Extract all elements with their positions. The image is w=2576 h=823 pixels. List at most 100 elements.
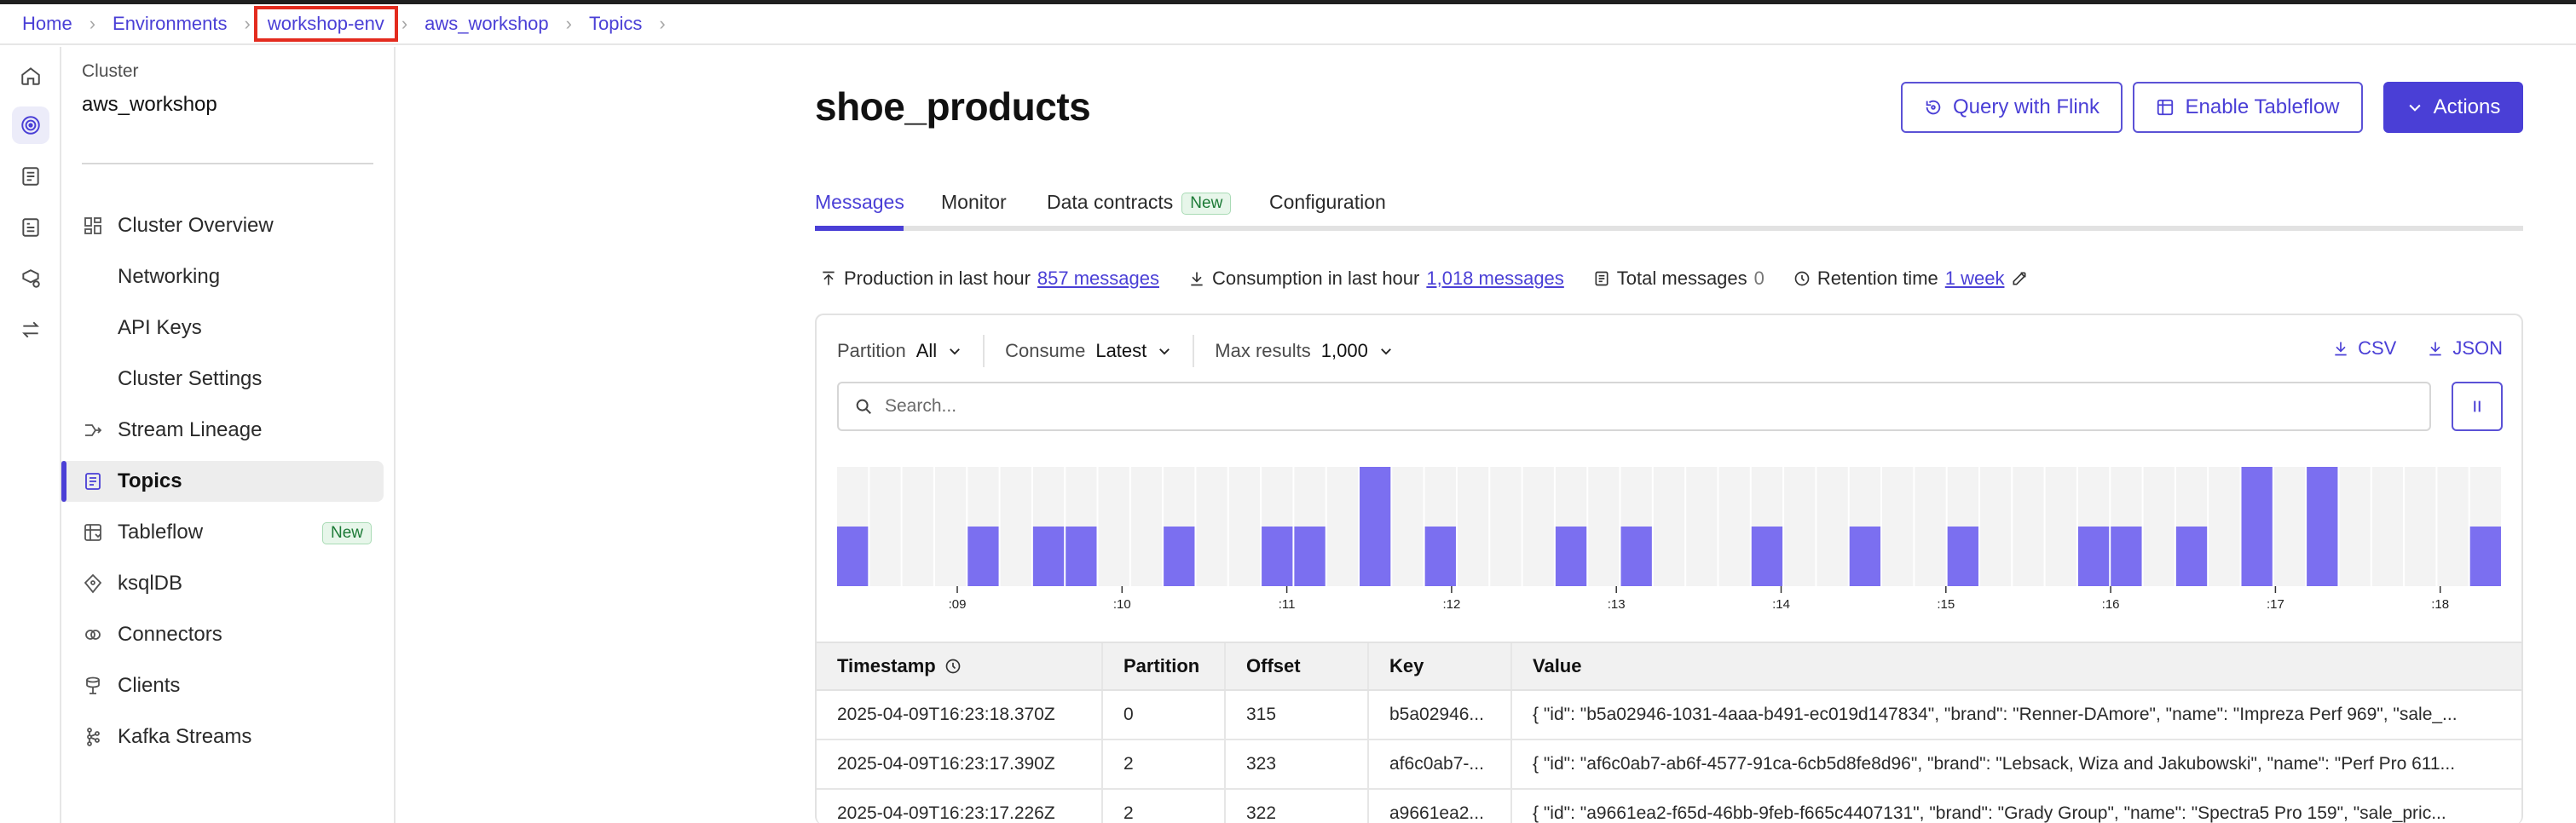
histogram-bar[interactable] bbox=[2241, 467, 2273, 586]
histogram-bar[interactable] bbox=[1066, 527, 1097, 586]
partition-filter[interactable]: Partition All bbox=[837, 335, 985, 367]
topics-icon[interactable] bbox=[12, 158, 49, 195]
sidebar-item-label: Networking bbox=[118, 265, 221, 288]
export-json-button[interactable]: JSON bbox=[2427, 337, 2503, 360]
consumption-link[interactable]: 1,018 messages bbox=[1426, 268, 1563, 290]
breadcrumb-cluster[interactable]: aws_workshop bbox=[425, 13, 549, 35]
chevron-right-icon: › bbox=[401, 13, 408, 34]
histogram-slot bbox=[1979, 467, 2012, 586]
download-icon bbox=[1191, 272, 1203, 286]
max-results-value: 1,000 bbox=[1320, 340, 1368, 361]
breadcrumb-environment[interactable]: workshop-env bbox=[253, 6, 398, 42]
query-with-flink-button[interactable]: Query with Flink bbox=[1901, 82, 2123, 133]
histogram-slot bbox=[2437, 467, 2469, 586]
icon-rail bbox=[0, 47, 61, 823]
divider bbox=[82, 163, 373, 164]
retention-link[interactable]: 1 week bbox=[1945, 268, 2005, 290]
sidebar-item-label: Stream Lineage bbox=[118, 418, 263, 441]
sidebar-item-tableflow[interactable]: Tableflow New bbox=[61, 512, 384, 553]
column-header-partition[interactable]: Partition bbox=[1103, 643, 1226, 689]
column-header-timestamp[interactable]: Timestamp bbox=[817, 643, 1103, 689]
production-link[interactable]: 857 messages bbox=[1037, 268, 1159, 290]
environments-icon[interactable] bbox=[12, 106, 49, 144]
histogram-bar[interactable] bbox=[1164, 527, 1195, 586]
histogram-bar[interactable] bbox=[1947, 527, 1978, 586]
sidebar-item-cluster-settings[interactable]: Cluster Settings bbox=[61, 359, 384, 400]
table-row[interactable]: 2025-04-09T16:23:18.370Z 0 315 b5a02946.… bbox=[817, 691, 2521, 740]
tab-messages[interactable]: Messages bbox=[815, 187, 904, 233]
consume-filter[interactable]: Consume Latest bbox=[1005, 335, 1195, 367]
breadcrumb-topics[interactable]: Topics bbox=[589, 13, 642, 35]
histogram-slot bbox=[1326, 467, 1359, 586]
actions-button[interactable]: Actions bbox=[2383, 82, 2523, 133]
breadcrumb: Home › Environments › workshop-env › aws… bbox=[0, 4, 2576, 45]
sidebar-item-api-keys[interactable]: API Keys bbox=[61, 308, 384, 348]
kafka-streams-icon bbox=[82, 726, 104, 748]
edit-icon[interactable] bbox=[2011, 270, 2028, 287]
sidebar-item-connectors[interactable]: Connectors bbox=[61, 614, 384, 655]
export-json-label: JSON bbox=[2452, 337, 2503, 359]
search-input[interactable] bbox=[885, 396, 2334, 417]
tab-monitor[interactable]: Monitor bbox=[941, 187, 1007, 233]
schema-icon[interactable] bbox=[12, 209, 49, 246]
data-transfer-icon[interactable] bbox=[12, 311, 49, 348]
sidebar-item-cluster-overview[interactable]: Cluster Overview bbox=[61, 205, 384, 246]
column-header-key[interactable]: Key bbox=[1369, 643, 1512, 689]
histogram-bar[interactable] bbox=[1620, 527, 1652, 586]
total-label: Total messages bbox=[1616, 268, 1747, 289]
column-header-value[interactable]: Value bbox=[1512, 643, 2521, 689]
histogram-bar[interactable] bbox=[1360, 467, 1391, 586]
chevron-right-icon: › bbox=[244, 13, 251, 34]
tab-configuration[interactable]: Configuration bbox=[1269, 187, 1386, 233]
histogram-slot bbox=[1228, 467, 1261, 586]
sidebar-item-networking[interactable]: Networking bbox=[61, 256, 384, 297]
value-text: { "id": "a9661ea2-f65d-46bb-9feb-f665c44… bbox=[1533, 803, 2446, 823]
table-row[interactable]: 2025-04-09T16:23:17.390Z 2 323 af6c0ab7-… bbox=[817, 740, 2521, 790]
histogram-slot bbox=[1490, 467, 1522, 586]
tab-data-contracts[interactable]: Data contracts New bbox=[1047, 187, 1232, 233]
histogram-bar[interactable] bbox=[1751, 527, 1783, 586]
columns-button[interactable] bbox=[2452, 382, 2503, 431]
histogram-tick-label: :12 bbox=[1442, 597, 1460, 612]
topic-stats: Production in last hour 857 messages Con… bbox=[820, 266, 2057, 291]
histogram-tick-label: :10 bbox=[1113, 597, 1131, 612]
histogram-bar[interactable] bbox=[1424, 527, 1456, 586]
histogram-bar[interactable] bbox=[1032, 527, 1065, 586]
production-label: Production in last hour bbox=[844, 268, 1031, 289]
histogram-slot bbox=[1196, 467, 1227, 586]
sidebar-item-ksqldb[interactable]: ksqlDB bbox=[61, 563, 384, 604]
histogram-bar[interactable] bbox=[837, 527, 869, 586]
max-results-filter[interactable]: Max results 1,000 bbox=[1215, 335, 1414, 367]
histogram-bar[interactable] bbox=[2077, 527, 2110, 586]
sidebar-item-kafka-streams[interactable]: Kafka Streams bbox=[61, 717, 384, 757]
histogram-bar[interactable] bbox=[1294, 527, 1326, 586]
histogram-slot bbox=[1653, 467, 1685, 586]
sidebar-item-topics[interactable]: Topics bbox=[61, 461, 384, 502]
column-header-offset[interactable]: Offset bbox=[1226, 643, 1369, 689]
table-row[interactable]: 2025-04-09T16:23:17.226Z 2 322 a9661ea2.… bbox=[817, 790, 2521, 823]
sidebar-item-label: Topics bbox=[118, 469, 182, 492]
histogram-bar[interactable] bbox=[1555, 527, 1587, 586]
page-title: shoe_products bbox=[815, 84, 1091, 129]
export-csv-button[interactable]: CSV bbox=[2332, 337, 2396, 360]
sidebar-item-clients[interactable]: Clients bbox=[61, 665, 384, 706]
connectors-icon bbox=[82, 624, 104, 646]
histogram-bar[interactable] bbox=[2307, 467, 2338, 586]
breadcrumb-home[interactable]: Home bbox=[22, 13, 72, 35]
sidebar-item-label: Connectors bbox=[118, 623, 222, 646]
sidebar-item-stream-lineage[interactable]: Stream Lineage bbox=[61, 410, 384, 451]
enable-tableflow-label: Enable Tableflow bbox=[2185, 95, 2340, 118]
histogram-bar[interactable] bbox=[1849, 527, 1881, 586]
histogram-bar[interactable] bbox=[967, 527, 999, 586]
enable-tableflow-button[interactable]: Enable Tableflow bbox=[2133, 82, 2363, 133]
messages-table: Timestamp Partition Offset Key Value 202… bbox=[817, 642, 2521, 823]
histogram-bar[interactable] bbox=[2111, 527, 2142, 586]
breadcrumb-environments[interactable]: Environments bbox=[113, 13, 228, 35]
home-icon[interactable] bbox=[12, 57, 49, 95]
marketplace-icon[interactable] bbox=[12, 260, 49, 297]
query-with-flink-label: Query with Flink bbox=[1952, 95, 2100, 118]
histogram-bar[interactable] bbox=[2469, 527, 2501, 586]
chevron-down-icon bbox=[1380, 348, 1391, 355]
histogram-bar[interactable] bbox=[2175, 527, 2208, 586]
histogram-bar[interactable] bbox=[1262, 527, 1293, 586]
